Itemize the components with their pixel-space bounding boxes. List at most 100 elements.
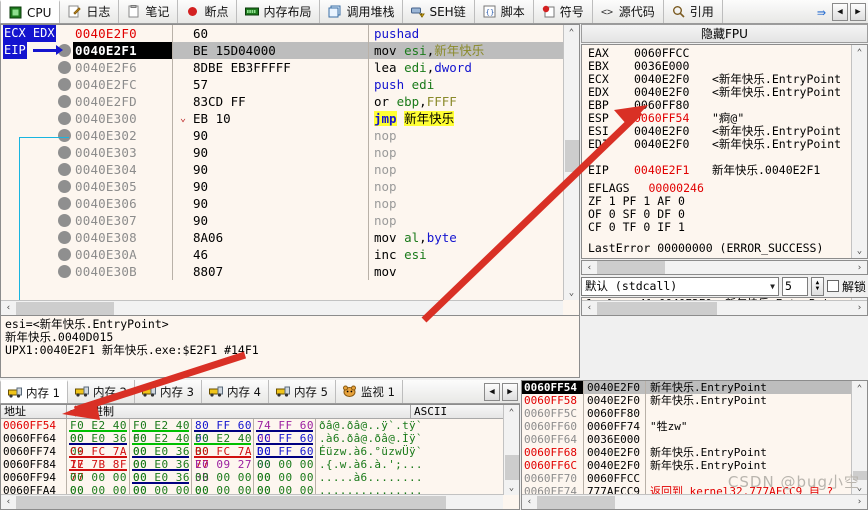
dump-row[interactable]: 0060FF94 00 00 00 00 00 E0 36 00 00 00 00 0… [1, 471, 519, 497]
stack-panel[interactable]: 0060FF54 0040E2F0 新年快乐.EntryPoint 0060FF58 0… [521, 380, 868, 510]
breakpoint-dot-icon[interactable] [58, 265, 71, 278]
stack-value[interactable]: 0040E2F0 [584, 459, 646, 472]
disassembly-row[interactable]: 0040E300 ⌄ EB 10 jmp 新年快乐 [1, 110, 579, 127]
stack-value[interactable]: 0040E2F0 [584, 446, 646, 459]
stack-value[interactable]: 0060FF74 [584, 420, 646, 433]
stack-vscrollbar[interactable]: ⌃ ⌄ [851, 381, 867, 497]
dump-address[interactable]: 0060FF74 [1, 445, 67, 458]
arg-count-input[interactable]: 5 [781, 276, 808, 296]
arguments-panel[interactable]: 1: [esp+4] 0040E2F0 <新年快乐.EntryPoin2: [e… [581, 297, 868, 316]
scroll-thumb-h[interactable] [16, 495, 446, 509]
scroll-down-icon[interactable]: ⌄ [503, 480, 519, 495]
memory-tab-0[interactable]: 内存 1 [0, 380, 68, 403]
arg-count-stepper[interactable]: ▲ ▼ [810, 276, 824, 296]
scroll-thumb-h[interactable] [597, 261, 665, 274]
registers-list[interactable]: EAX 0060FFCC EBX 0036E000 ECX 0040E2F0 <新年快乐.E… [581, 44, 868, 259]
dump-hex-group[interactable]: F0 E2 40 00 [129, 419, 191, 445]
dump-row[interactable]: 0060FF84 1E 7B 8F 77 00 E0 36 00 E0 09 27 3… [1, 458, 519, 484]
breakpoint-dot-icon[interactable] [58, 231, 71, 244]
dump-hex-group[interactable]: 00 00 00 00 [253, 458, 315, 484]
stack-rows[interactable]: 0060FF54 0040E2F0 新年快乐.EntryPoint 0060FF58 0… [522, 381, 867, 509]
disassembly-address[interactable]: 0040E2F6 [73, 59, 173, 76]
disassembly-gutter[interactable] [1, 76, 73, 93]
disassembly-bytes[interactable]: 8807 [173, 263, 369, 280]
register-row[interactable]: ECX 0040E2F0 <新年快乐.EntryPoint [582, 73, 867, 86]
breakpoint-dot-icon[interactable] [58, 112, 71, 125]
dump-row[interactable]: 0060FF74 C9 FC 7A 77 00 E0 36 00 B0 FC 7A 7… [1, 445, 519, 471]
arguments-hscrollbar[interactable]: ‹ › [582, 300, 867, 315]
registers-hscrollbar[interactable]: ‹ › [581, 260, 868, 275]
register-row[interactable]: EDI 0040E2F0 <新年快乐.EntryPoint [582, 138, 867, 151]
toolbar-nav-buttons[interactable]: ⇛ ◀ ▶ [813, 0, 868, 23]
disassembly-bytes[interactable]: 90 [173, 212, 369, 229]
dump-hex-group[interactable]: 00 E0 36 00 [67, 432, 129, 458]
scroll-left-icon[interactable]: ‹ [582, 303, 597, 313]
memory-tabs-scroll-left-button[interactable]: ◀ [484, 382, 500, 401]
double-chevron-right-icon[interactable]: ⇛ [813, 3, 830, 21]
scroll-up-icon[interactable]: ⌃ [563, 25, 579, 40]
disassembly-vscrollbar[interactable]: ⌃ ⌄ [563, 25, 579, 300]
dump-header-address[interactable]: 地址 [1, 405, 67, 418]
scroll-down-icon[interactable]: ⌄ [563, 285, 579, 300]
dump-ascii[interactable]: .{.w.à6.à.';.... [315, 458, 423, 471]
dump-hex-group[interactable]: 00 00 00 00 [253, 471, 315, 497]
register-row[interactable]: ESP 0060FF54 "痾@" [582, 112, 867, 125]
disassembly-row[interactable]: 0040E304 90 nop [1, 161, 579, 178]
dump-hex-group[interactable]: 00 00 00 00 [191, 471, 253, 497]
stack-value[interactable]: 0060FF80 [584, 407, 646, 420]
dump-hex-group[interactable]: CC FF 60 00 [253, 432, 315, 458]
disassembly-row[interactable]: 0040E2F6 8DBE EB3FFFFF lea edi,dword [1, 59, 579, 76]
disassembly-gutter[interactable] [1, 93, 73, 110]
toolbar-scroll-right-button[interactable]: ▶ [850, 2, 866, 21]
disassembly-gutter[interactable] [1, 144, 73, 161]
dump-ascii[interactable]: .....à6......... [315, 471, 423, 484]
stack-value[interactable]: 0040E2F0 [584, 394, 646, 407]
disassembly-mnemonic[interactable]: nop [369, 212, 579, 229]
memory-tabs-scroll-right-button[interactable]: ▶ [502, 382, 518, 401]
stack-row[interactable]: 0060FF58 0040E2F0 新年快乐.EntryPoint [522, 394, 867, 407]
register-row[interactable]: EDX 0040E2F0 <新年快乐.EntryPoint [582, 86, 867, 99]
disassembly-row[interactable]: ECX EDX 0040E2F0 60 pushad [1, 25, 579, 42]
disassembly-row[interactable]: EIP 0040E2F1 BE 15D04000 mov esi,新年快乐 [1, 42, 579, 59]
breakpoint-dot-icon[interactable] [58, 129, 71, 142]
dump-hex-group[interactable]: 00 E0 36 00 [129, 458, 191, 484]
breakpoint-dot-icon[interactable] [58, 197, 71, 210]
disassembly-row[interactable]: 0040E305 90 nop [1, 178, 579, 195]
breakpoint-dot-icon[interactable] [58, 180, 71, 193]
disassembly-address[interactable]: 0040E302 [73, 127, 173, 144]
dump-hex-group[interactable]: 1E 7B 8F 77 [67, 458, 129, 484]
disassembly-mnemonic[interactable]: jmp 新年快乐 [369, 110, 579, 127]
disassembly-mnemonic[interactable]: mov esi,新年快乐 [369, 42, 579, 59]
disassembly-mnemonic[interactable]: nop [369, 144, 579, 161]
dump-hex-group[interactable]: 74 FF 60 00 [253, 419, 315, 445]
dump-row[interactable]: 0060FF64 00 E0 36 00 F0 E2 40 00 F0 E2 40 0… [1, 432, 519, 458]
scroll-down-icon[interactable]: ⌄ [851, 480, 867, 495]
breakpoint-dot-icon[interactable] [58, 78, 71, 91]
register-row[interactable]: EBP 0060FF80 [582, 99, 867, 112]
dump-address[interactable]: 0060FF64 [1, 432, 67, 445]
disassembly-mnemonic[interactable]: nop [369, 127, 579, 144]
disassembly-panel[interactable]: ECX EDX 0040E2F0 60 pushad EIP 0040E2F1 BE 15D… [0, 24, 580, 316]
disassembly-address[interactable]: 0040E30A [73, 246, 173, 263]
disassembly-mnemonic[interactable]: mov al,byte [369, 229, 579, 246]
disassembly-mnemonic[interactable]: nop [369, 161, 579, 178]
stack-row[interactable]: 0060FF64 0036E000 [522, 433, 867, 446]
disassembly-gutter[interactable] [1, 212, 73, 229]
stack-row[interactable]: 0060FF5C 0060FF80 [522, 407, 867, 420]
disassembly-address[interactable]: 0040E2FC [73, 76, 173, 93]
toolbar-tab-5[interactable]: 调用堆栈 [320, 0, 404, 23]
stack-address[interactable]: 0060FF54 [522, 381, 584, 394]
disassembly-mnemonic[interactable]: nop [369, 178, 579, 195]
disassembly-bytes[interactable]: ⌄ EB 10 [173, 110, 369, 127]
stack-value[interactable]: 0040E2F0 [584, 381, 646, 394]
disassembly-address[interactable]: 0040E305 [73, 178, 173, 195]
dump-hex-group[interactable]: F0 E2 40 00 [129, 432, 191, 458]
dump-hex-group[interactable]: 80 FF 60 00 [191, 419, 253, 445]
memory-tabs[interactable]: 内存 1 内存 2 内存 3 内存 4 内存 5 监视 1 ◀ ▶ [0, 380, 520, 404]
scroll-thumb-h[interactable] [16, 301, 114, 315]
disassembly-gutter[interactable] [1, 59, 73, 76]
scroll-right-icon[interactable]: › [852, 303, 867, 313]
dump-ascii[interactable]: ðâ@.ðâ@..ÿ`.tÿ` [315, 419, 423, 432]
disassembly-gutter[interactable] [1, 246, 73, 263]
disassembly-bytes[interactable]: BE 15D04000 [173, 42, 369, 59]
